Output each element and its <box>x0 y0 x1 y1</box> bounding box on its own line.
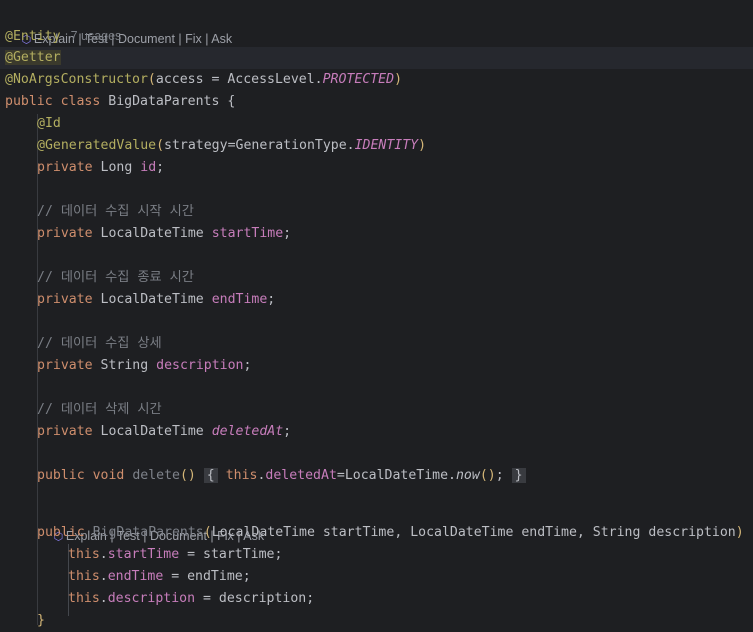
method-now: now <box>455 468 480 483</box>
keyword-this: this <box>68 569 100 584</box>
code-line[interactable]: // 데이터 수집 상세 <box>0 333 753 355</box>
close-brace: } <box>37 613 45 628</box>
strategy-arg: strategy=GenerationType. <box>164 138 355 153</box>
keyword: void <box>92 468 125 483</box>
assignment: = startTime; <box>179 547 283 562</box>
access-arg: access = AccessLevel. <box>155 72 323 87</box>
semicolon: ; <box>243 358 252 373</box>
code-line[interactable]: private String description; <box>0 355 753 377</box>
paren: () <box>479 468 496 483</box>
paren: ( <box>203 525 212 540</box>
code-line[interactable]: @NoArgsConstructor(access = AccessLevel.… <box>0 69 753 91</box>
field-end-time: endTime <box>107 569 164 584</box>
id-annotation: @Id <box>37 116 61 131</box>
keyword: private <box>37 160 93 175</box>
code-line[interactable]: // 데이터 삭제 시간 <box>0 399 753 421</box>
keyword-this: this <box>68 547 100 562</box>
paren: ) <box>394 72 403 87</box>
keyword: class <box>60 94 101 109</box>
keyword: public <box>5 94 53 109</box>
type-name: String <box>100 358 149 373</box>
code-line[interactable]: public class BigDataParents { <box>0 91 753 113</box>
keyword: private <box>37 358 93 373</box>
keyword: public <box>37 525 85 540</box>
class-name: BigDataParents { <box>108 94 236 109</box>
type-name: LocalDateTime <box>100 424 204 439</box>
entity-annotation: @Entity <box>5 29 61 44</box>
getter-annotation: @Getter <box>5 50 61 65</box>
constructor-name: BigDataParents <box>92 525 204 540</box>
code-line[interactable]: @Entity 7 usages <box>0 25 753 47</box>
keyword-this: this <box>225 468 258 483</box>
code-line[interactable]: public BigDataParents(LocalDateTime star… <box>0 522 753 544</box>
semicolon: ; <box>495 468 504 483</box>
noargs-annotation: @NoArgsConstructor <box>5 72 148 87</box>
field-id: id <box>140 160 157 175</box>
identity-const: IDENTITY <box>354 138 419 153</box>
code-line[interactable]: // 데이터 수집 시작 시간 <box>0 201 753 223</box>
code-line[interactable]: this.description = description; <box>0 588 753 610</box>
field-deleted-at: deletedAt <box>265 468 337 483</box>
code-line[interactable]: @Id <box>0 113 753 135</box>
paren: ) <box>418 138 427 153</box>
field-description: description <box>107 591 196 606</box>
code-line[interactable]: } <box>0 610 753 632</box>
dot: . <box>99 591 108 606</box>
semicolon: ; <box>267 292 276 307</box>
code-line-current[interactable]: @Getter <box>0 47 753 69</box>
dot: . <box>99 569 108 584</box>
code-line[interactable]: private LocalDateTime startTime; <box>0 223 753 245</box>
code-line[interactable]: this.startTime = startTime; <box>0 544 753 566</box>
paren: ) <box>735 525 744 540</box>
protected-const: PROTECTED <box>322 72 395 87</box>
field-description: description <box>156 358 244 373</box>
assignment: = endTime; <box>163 569 251 584</box>
keyword: private <box>37 292 93 307</box>
code-line[interactable]: private LocalDateTime deletedAt; <box>0 421 753 443</box>
comment: // 데이터 수집 시작 시간 <box>37 204 194 219</box>
ldt-call: =LocalDateTime. <box>336 468 456 483</box>
comment: // 데이터 수집 종료 시간 <box>37 270 194 285</box>
paren: () <box>179 468 196 483</box>
code-line[interactable]: public void delete() { this.deletedAt=Lo… <box>0 465 753 487</box>
field-start-time: startTime <box>107 547 180 562</box>
type-name: LocalDateTime <box>100 226 204 241</box>
code-line[interactable]: private Long id; <box>0 157 753 179</box>
semicolon: ; <box>283 226 292 241</box>
fold-open-brace[interactable]: { <box>203 468 218 483</box>
fold-close-brace[interactable]: } <box>511 468 526 483</box>
field-end-time: endTime <box>211 292 268 307</box>
assignment: = description; <box>195 591 315 606</box>
constructor-params: LocalDateTime startTime, LocalDateTime e… <box>211 525 736 540</box>
keyword: private <box>37 226 93 241</box>
keyword: public <box>37 468 85 483</box>
semicolon: ; <box>156 160 165 175</box>
semicolon: ; <box>283 424 292 439</box>
dot: . <box>99 547 108 562</box>
field-start-time: startTime <box>211 226 284 241</box>
keyword: private <box>37 424 93 439</box>
generated-value-annotation: @GeneratedValue <box>37 138 157 153</box>
type-name: Long <box>100 160 133 175</box>
method-delete: delete <box>132 468 180 483</box>
comment: // 데이터 삭제 시간 <box>37 402 162 417</box>
keyword-this: this <box>68 591 100 606</box>
paren: ( <box>147 72 156 87</box>
code-line[interactable]: this.endTime = endTime; <box>0 566 753 588</box>
type-name: LocalDateTime <box>100 292 204 307</box>
code-line[interactable]: private LocalDateTime endTime; <box>0 289 753 311</box>
usages-hint[interactable]: 7 usages <box>71 29 122 43</box>
code-line[interactable]: // 데이터 수집 종료 시간 <box>0 267 753 289</box>
paren: ( <box>156 138 165 153</box>
field-deleted-at: deletedAt <box>211 424 284 439</box>
code-line[interactable]: @GeneratedValue(strategy=GenerationType.… <box>0 135 753 157</box>
comment: // 데이터 수집 상세 <box>37 336 162 351</box>
